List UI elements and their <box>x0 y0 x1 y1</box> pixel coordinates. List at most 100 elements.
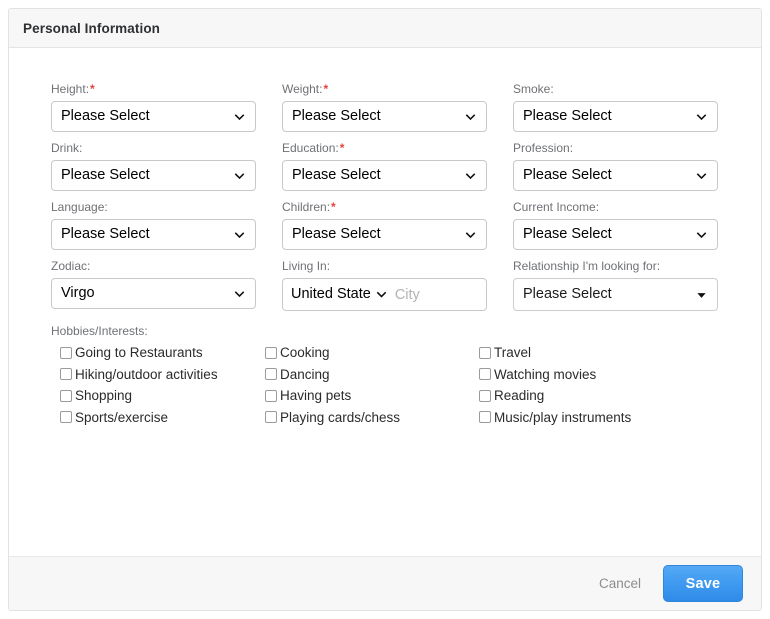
chevron-down-icon <box>465 111 476 122</box>
hobby-item-watching-movies[interactable]: Watching movies <box>479 366 693 382</box>
living-in-group: United State <box>282 278 487 311</box>
label-text: Zodiac: <box>51 259 91 273</box>
hobby-label: Dancing <box>280 366 330 382</box>
hobby-label: Travel <box>494 345 532 360</box>
field-label: Drink: <box>51 141 282 156</box>
save-button[interactable]: Save <box>663 565 743 602</box>
hobby-item-going-to-restaurants[interactable]: Going to Restaurants <box>51 346 265 360</box>
hobby-label: Music/play instruments <box>494 409 632 425</box>
label-text: Relationship I'm looking for: <box>513 259 661 273</box>
chevron-down-icon <box>234 111 245 122</box>
select-value: Please Select <box>523 287 612 302</box>
checkbox[interactable] <box>60 346 72 359</box>
hobby-item-sports-exercise[interactable]: Sports/exercise <box>51 409 265 425</box>
checkbox[interactable] <box>265 411 277 424</box>
height-select[interactable]: Please Select <box>51 101 256 132</box>
checkbox[interactable] <box>60 389 72 402</box>
checkbox[interactable] <box>265 368 277 381</box>
chevron-down-icon <box>696 111 707 122</box>
field-label: Weight:* <box>282 82 513 97</box>
select-value: Please Select <box>292 109 381 124</box>
hobby-row: Sports/exercise Playing cards/chess Musi… <box>51 409 761 425</box>
hobby-row: Hiking/outdoor activities Dancing Watchi… <box>51 366 761 382</box>
hobbies-label: Hobbies/Interests: <box>51 324 148 338</box>
select-value: Please Select <box>523 168 612 183</box>
chevron-down-icon <box>465 170 476 181</box>
required-asterisk: * <box>323 82 329 96</box>
hobby-label: Reading <box>494 388 545 403</box>
education-select[interactable]: Please Select <box>282 160 487 191</box>
form-row: Zodiac: Virgo Living In: United State Ci… <box>51 259 741 311</box>
country-select[interactable]: United State <box>291 287 387 302</box>
zodiac-select[interactable]: Virgo <box>51 278 256 309</box>
chevron-down-icon <box>376 289 387 300</box>
children-select[interactable]: Please Select <box>282 219 487 250</box>
weight-select[interactable]: Please Select <box>282 101 487 132</box>
profession-select[interactable]: Please Select <box>513 160 718 191</box>
hobbies-section: Hobbies/Interests: Going to Restaurants … <box>9 324 761 424</box>
drink-select[interactable]: Please Select <box>51 160 256 191</box>
triangle-down-icon <box>696 289 707 300</box>
select-value: Please Select <box>292 227 381 242</box>
cancel-button[interactable]: Cancel <box>589 570 651 597</box>
label-text: Language: <box>51 200 108 214</box>
page-title: Personal Information <box>23 20 161 36</box>
personal-information-card: Personal Information Height:* Please Sel… <box>8 8 762 611</box>
checkbox[interactable] <box>479 411 491 424</box>
chevron-down-icon <box>696 229 707 240</box>
label-text: Smoke: <box>513 82 554 96</box>
hobby-label: Cooking <box>280 345 330 360</box>
hobby-item-shopping[interactable]: Shopping <box>51 389 265 403</box>
field-label: Language: <box>51 200 282 215</box>
checkbox[interactable] <box>479 368 491 381</box>
relationship-select[interactable]: Please Select <box>513 278 718 311</box>
field-weight: Weight:* Please Select <box>282 82 513 132</box>
field-label: Smoke: <box>513 82 718 97</box>
hobby-item-cooking[interactable]: Cooking <box>265 346 479 360</box>
chevron-down-icon <box>696 170 707 181</box>
city-input[interactable] <box>394 286 478 303</box>
hobby-item-playing-cards-chess[interactable]: Playing cards/chess <box>265 409 479 425</box>
checkbox[interactable] <box>265 346 277 359</box>
label-text: Children: <box>282 200 331 214</box>
hobby-label: Going to Restaurants <box>75 345 203 360</box>
hobby-row: Shopping Having pets Reading <box>51 389 761 403</box>
smoke-select[interactable]: Please Select <box>513 101 718 132</box>
hobby-label: Watching movies <box>494 366 597 382</box>
hobby-label: Hiking/outdoor activities <box>75 366 218 382</box>
label-text: Education: <box>282 141 339 155</box>
field-living-in: Living In: United State <box>282 259 513 311</box>
chevron-down-icon <box>234 288 245 299</box>
hobby-item-dancing[interactable]: Dancing <box>265 366 479 382</box>
hobby-item-travel[interactable]: Travel <box>479 346 693 360</box>
hobby-item-hiking-outdoor-activities[interactable]: Hiking/outdoor activities <box>51 366 265 382</box>
required-asterisk: * <box>90 82 95 96</box>
field-language: Language: Please Select <box>51 200 282 250</box>
hobby-item-music-play-instruments[interactable]: Music/play instruments <box>479 409 693 425</box>
language-select[interactable]: Please Select <box>51 219 256 250</box>
checkbox[interactable] <box>479 389 491 402</box>
hobby-row: Going to Restaurants Cooking Travel <box>51 346 761 360</box>
field-children: Children:* Please Select <box>282 200 513 250</box>
field-label: Education:* <box>282 141 513 156</box>
form-row: Drink: Please Select Education:* Please … <box>51 141 741 191</box>
checkbox[interactable] <box>60 368 72 381</box>
required-asterisk: * <box>339 141 345 155</box>
hobby-item-having-pets[interactable]: Having pets <box>265 389 479 403</box>
checkbox[interactable] <box>479 346 491 359</box>
select-value: Virgo <box>61 286 95 301</box>
hobby-label: Sports/exercise <box>75 409 169 425</box>
checkbox[interactable] <box>265 389 277 402</box>
card-footer: Cancel Save <box>9 556 761 610</box>
page-root: Personal Information Height:* Please Sel… <box>0 0 770 619</box>
current-income-select[interactable]: Please Select <box>513 219 718 250</box>
card-header: Personal Information <box>9 9 761 48</box>
select-value: Please Select <box>61 227 150 242</box>
chevron-down-icon <box>465 229 476 240</box>
checkbox[interactable] <box>60 411 72 424</box>
field-label: Profession: <box>513 141 718 156</box>
hobby-item-reading[interactable]: Reading <box>479 389 693 403</box>
field-label: Zodiac: <box>51 259 282 274</box>
hobby-label: Playing cards/chess <box>280 409 401 425</box>
label-text: Height: <box>51 82 90 96</box>
